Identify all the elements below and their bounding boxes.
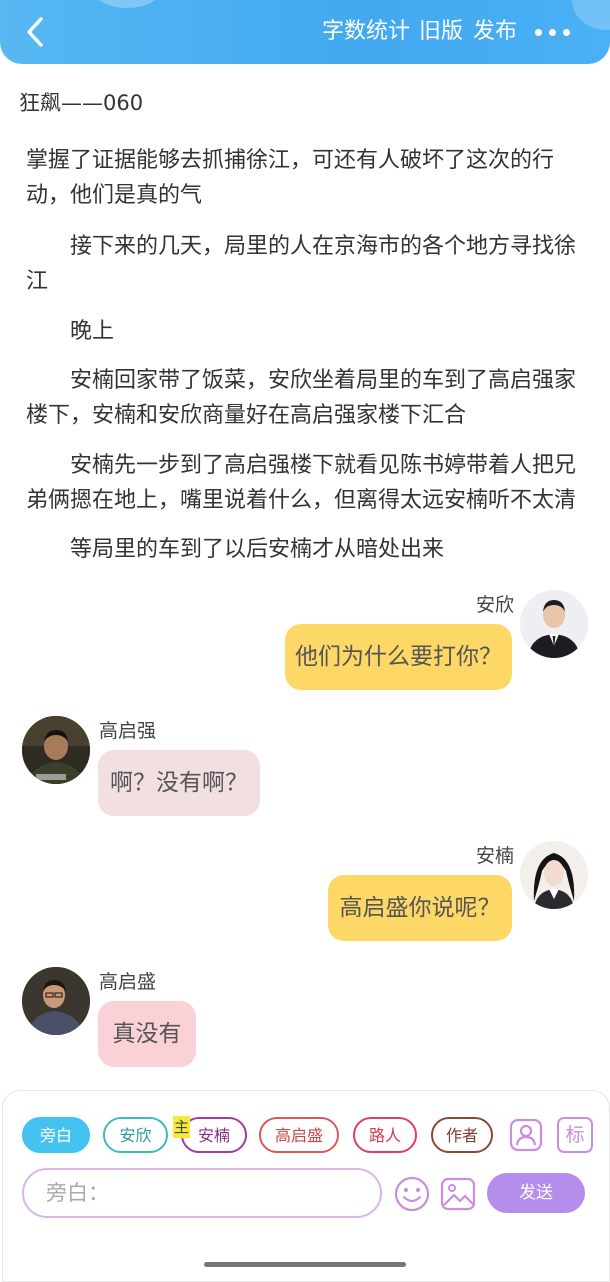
tag-icon[interactable]: 标 bbox=[557, 1117, 593, 1153]
avatar[interactable] bbox=[22, 716, 90, 784]
speaker-name: 高启强 bbox=[99, 720, 157, 742]
more-icon[interactable] bbox=[533, 20, 573, 44]
publish-button[interactable]: 发布 bbox=[473, 17, 517, 47]
narration-paragraph[interactable]: 掌握了证据能够去抓捕徐江，可还有人破坏了这次的行动，他们是真的气 bbox=[26, 143, 582, 213]
decor-bubble bbox=[90, 0, 164, 8]
back-icon[interactable] bbox=[18, 14, 54, 50]
avatar[interactable] bbox=[22, 967, 90, 1035]
message-bubble[interactable]: 真没有 bbox=[98, 1001, 196, 1067]
speaker-name: 安楠 bbox=[476, 845, 515, 867]
narration-paragraph[interactable]: 接下来的几天，局里的人在京海市的各个地方寻找徐江 bbox=[26, 229, 582, 299]
word-stats-button[interactable]: 字数统计 bbox=[322, 17, 410, 47]
home-indicator[interactable] bbox=[204, 1262, 406, 1267]
message-bubble[interactable]: 他们为什么要打你？ bbox=[285, 624, 512, 690]
narration-paragraph[interactable]: 等局里的车到了以后安楠才从暗处出来 bbox=[26, 532, 582, 567]
speaker-name: 高启盛 bbox=[99, 971, 157, 993]
speaker-name: 安欣 bbox=[476, 594, 515, 616]
narration-paragraph[interactable]: 安楠先一步到了高启强楼下就看见陈书婷带着人把兄弟俩摁在地上，嘴里说着什么，但离得… bbox=[26, 448, 582, 518]
add-role-icon[interactable] bbox=[508, 1117, 544, 1153]
main-role-badge: 主 bbox=[173, 1116, 190, 1138]
role-chip-annan[interactable]: 安楠 bbox=[181, 1117, 247, 1153]
role-chip-anxin[interactable]: 安欣 bbox=[103, 1117, 168, 1153]
role-chip-author[interactable]: 作者 bbox=[431, 1117, 493, 1153]
message-bubble[interactable]: 高启盛你说呢？ bbox=[328, 875, 512, 941]
avatar[interactable] bbox=[520, 590, 588, 658]
image-icon[interactable] bbox=[439, 1175, 477, 1213]
emoji-icon[interactable] bbox=[393, 1175, 431, 1213]
chapter-title: 狂飙——060 bbox=[19, 91, 144, 115]
role-chip-narrator[interactable]: 旁白 bbox=[22, 1117, 90, 1153]
decor-bubble bbox=[572, 0, 610, 30]
narration-paragraph[interactable]: 晚上 bbox=[26, 314, 582, 349]
old-version-button[interactable]: 旧版 bbox=[419, 17, 463, 47]
message-input[interactable]: 旁白： bbox=[22, 1168, 382, 1218]
role-chip-gaoqisheng[interactable]: 高启盛 bbox=[259, 1117, 339, 1153]
narration-paragraph[interactable]: 安楠回家带了饭菜，安欣坐着局里的车到了高启强家楼下，安楠和安欣商量好在高启强家楼… bbox=[26, 363, 582, 433]
send-button[interactable]: 发送 bbox=[487, 1173, 585, 1213]
role-chip-passerby[interactable]: 路人 bbox=[353, 1117, 417, 1153]
avatar[interactable] bbox=[520, 841, 588, 909]
message-bubble[interactable]: 啊？没有啊？ bbox=[98, 750, 260, 816]
top-bar: 字数统计 旧版 发布 bbox=[0, 0, 610, 64]
